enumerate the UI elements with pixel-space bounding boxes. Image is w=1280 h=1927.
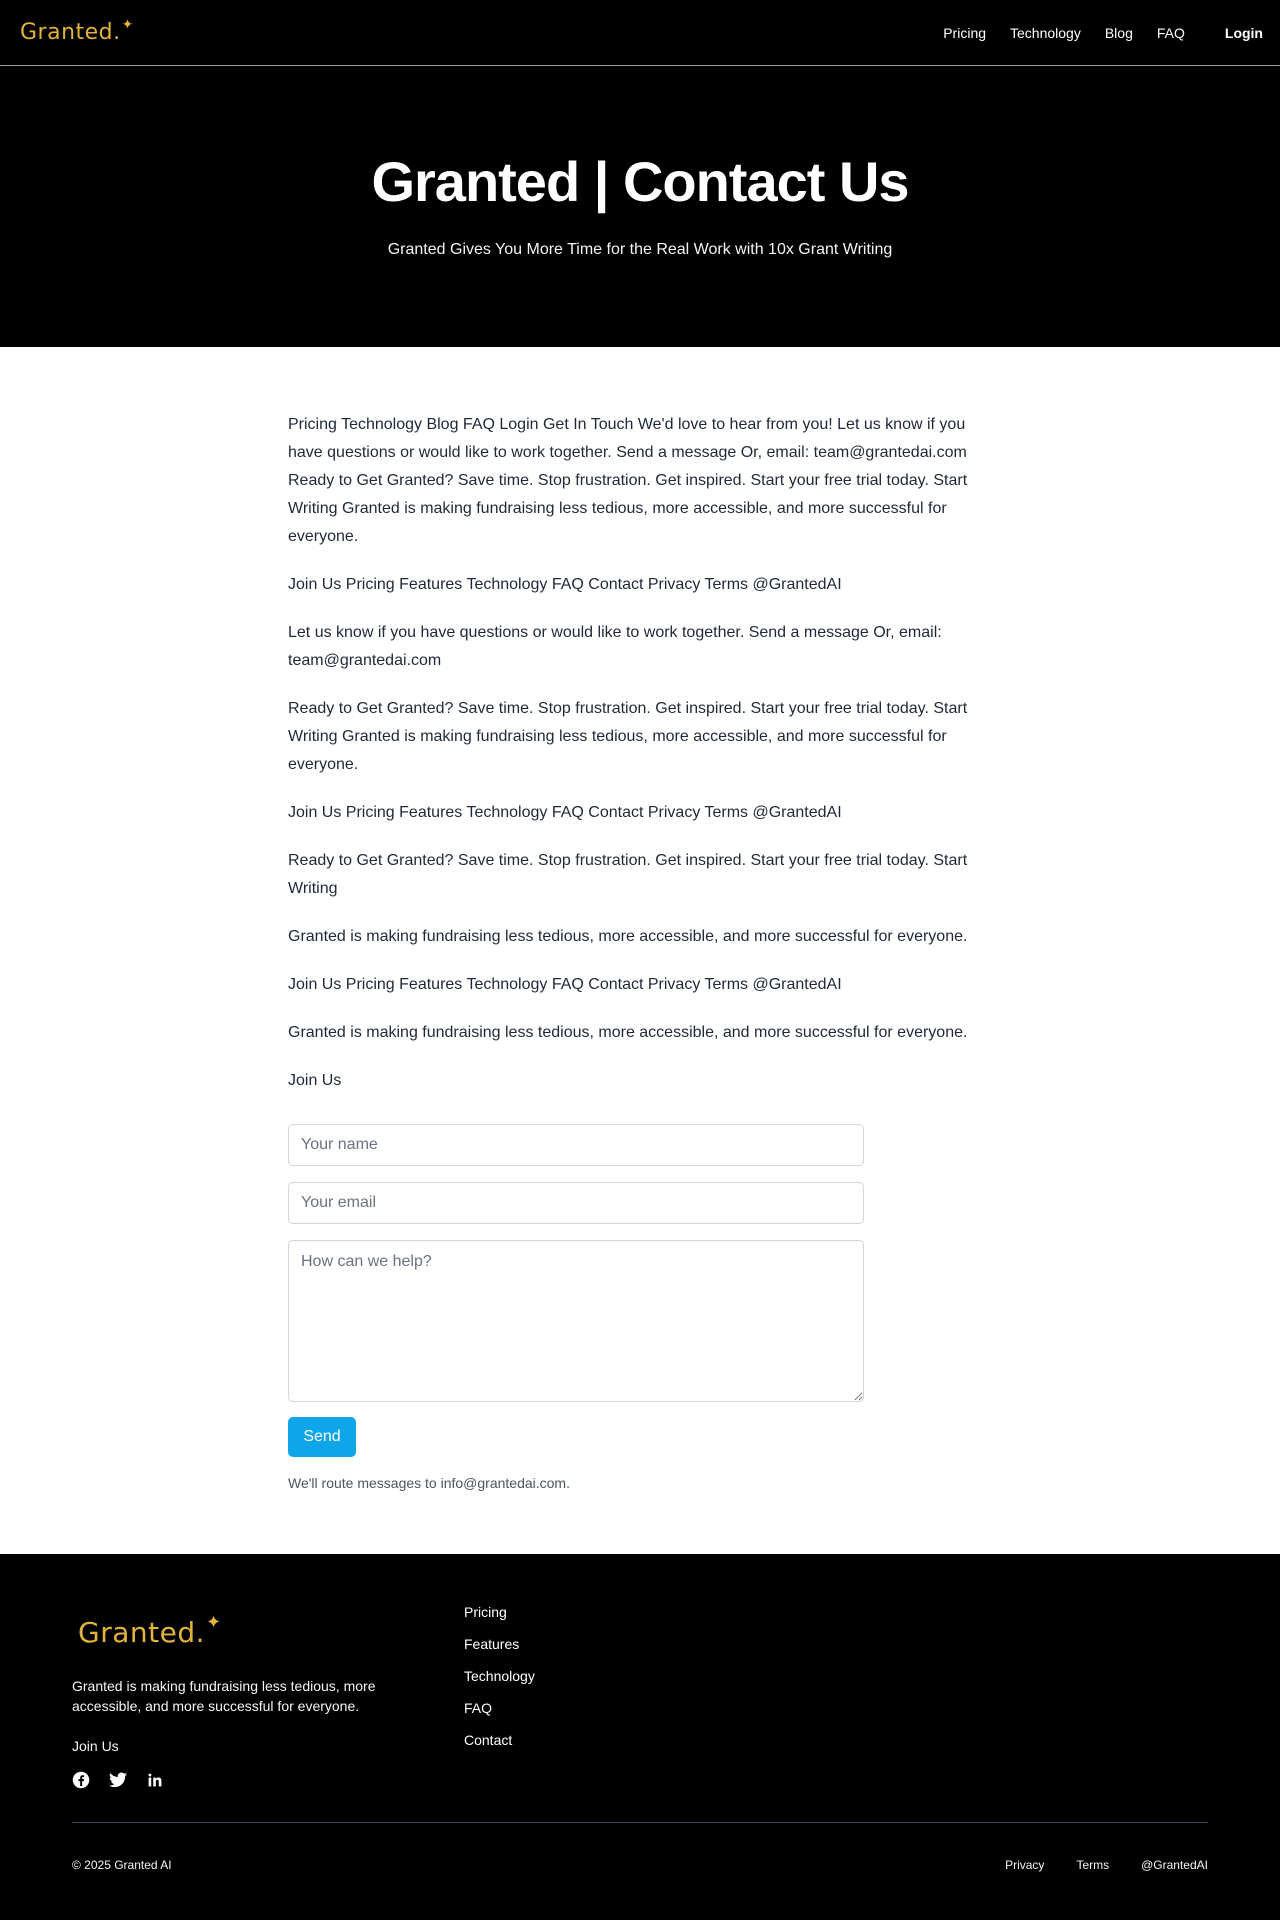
footer-divider: [72, 1822, 1208, 1823]
footer-link-item: FAQ: [464, 1700, 535, 1732]
form-note: We'll route messages to info@grantedai.c…: [288, 1475, 570, 1491]
social-handle-link[interactable]: @GrantedAI: [1141, 1858, 1208, 1872]
footer-join-label: Join Us: [72, 1738, 119, 1754]
content-paragraph: Join Us: [288, 1072, 342, 1089]
content-paragraph: Join Us Pricing Features Technology FAQ …: [288, 804, 842, 821]
email-input[interactable]: [288, 1182, 864, 1224]
footer-link-item: Pricing: [464, 1604, 535, 1636]
page-title: Granted | Contact Us: [371, 150, 909, 213]
footer-bottom-links: Privacy Terms @GrantedAI: [1005, 1858, 1208, 1872]
nav-link-pricing[interactable]: Pricing: [943, 25, 986, 41]
footer-logo[interactable]: Granted. ✦: [78, 1612, 221, 1649]
footer-logo-text: Granted.: [78, 1616, 205, 1649]
footer-link-faq[interactable]: FAQ: [464, 1700, 492, 1716]
top-nav: Granted. ✦ Pricing Technology Blog FAQ L…: [0, 0, 1280, 66]
content-paragraph: Join Us Pricing Features Technology FAQ …: [288, 976, 842, 993]
content-paragraph: Pricing Technology Blog FAQ Login Get In…: [288, 416, 968, 545]
footer-tagline: Granted is making fundraising less tedio…: [72, 1678, 376, 1714]
login-link[interactable]: Login: [1225, 25, 1263, 41]
nav-links: Pricing Technology Blog FAQ Login: [943, 0, 1280, 66]
footer-link-item: Contact: [464, 1732, 535, 1764]
hero: Granted | Contact Us Granted Gives You M…: [0, 66, 1280, 347]
footer-link-pricing[interactable]: Pricing: [464, 1604, 507, 1620]
contact-form: Send We'll route messages to info@grante…: [288, 1124, 864, 1491]
footer: Granted. ✦ Granted is making fundraising…: [0, 1554, 1280, 1920]
message-textarea[interactable]: [288, 1240, 864, 1402]
nav-link-blog[interactable]: Blog: [1105, 25, 1133, 41]
logo-text: Granted.: [20, 20, 121, 45]
name-input[interactable]: [288, 1124, 864, 1166]
main-content: Pricing Technology Blog FAQ Login Get In…: [288, 347, 968, 1554]
logo[interactable]: Granted. ✦: [20, 16, 133, 45]
copyright: © 2025 Granted AI: [72, 1858, 172, 1872]
footer-link-item: Features: [464, 1636, 535, 1668]
sparkle-icon: ✦: [206, 1612, 222, 1632]
footer-link-contact[interactable]: Contact: [464, 1732, 512, 1748]
linkedin-icon[interactable]: [146, 1771, 164, 1789]
content-paragraph: Ready to Get Granted? Save time. Stop fr…: [288, 700, 968, 773]
content-paragraph: Granted is making fundraising less tedio…: [288, 928, 968, 945]
content-paragraph: Ready to Get Granted? Save time. Stop fr…: [288, 852, 968, 897]
social-links: [72, 1771, 164, 1789]
footer-links: Pricing Features Technology FAQ Contact: [464, 1604, 535, 1764]
sparkle-icon: ✦: [121, 16, 134, 32]
content-paragraph: Granted is making fundraising less tedio…: [288, 1024, 968, 1041]
privacy-link[interactable]: Privacy: [1005, 1858, 1044, 1872]
footer-link-features[interactable]: Features: [464, 1636, 519, 1652]
footer-link-item: Technology: [464, 1668, 535, 1700]
content-paragraph: Let us know if you have questions or wou…: [288, 624, 942, 669]
nav-link-technology[interactable]: Technology: [1010, 25, 1081, 41]
content-paragraph: Join Us Pricing Features Technology FAQ …: [288, 576, 842, 593]
twitter-icon[interactable]: [109, 1771, 127, 1789]
nav-link-faq[interactable]: FAQ: [1157, 25, 1185, 41]
send-button[interactable]: Send: [288, 1417, 356, 1457]
facebook-icon[interactable]: [72, 1771, 90, 1789]
hero-subtitle: Granted Gives You More Time for the Real…: [387, 241, 893, 258]
footer-link-technology[interactable]: Technology: [464, 1668, 535, 1684]
terms-link[interactable]: Terms: [1076, 1858, 1109, 1872]
